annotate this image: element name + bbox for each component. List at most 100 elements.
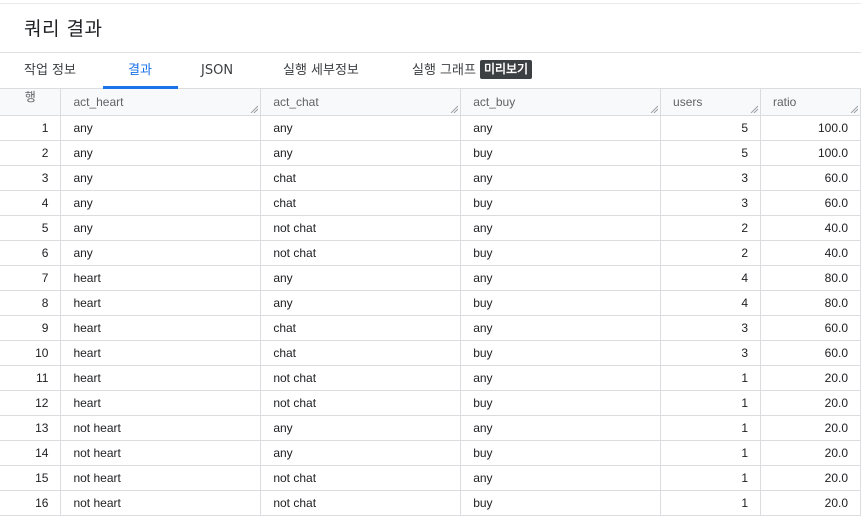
table-cell[interactable]: 20.0 (760, 440, 861, 466)
table-cell[interactable]: any (460, 365, 662, 391)
table-cell[interactable]: 4 (660, 290, 761, 316)
table-cell[interactable]: buy (460, 290, 662, 316)
table-cell[interactable]: any (460, 115, 662, 141)
table-cell[interactable]: chat (260, 340, 462, 366)
column-header-act-buy[interactable]: act_buy (460, 89, 662, 116)
table-cell[interactable]: not chat (260, 240, 462, 266)
table-cell[interactable]: chat (260, 315, 462, 341)
table-cell[interactable]: 1 (660, 490, 761, 516)
table-cell[interactable]: chat (260, 165, 462, 191)
table-cell[interactable]: 3 (660, 190, 761, 216)
table-cell[interactable]: heart (60, 340, 262, 366)
table-cell[interactable]: 2 (660, 240, 761, 266)
table-cell[interactable]: 1 (660, 365, 761, 391)
table-cell[interactable]: any (60, 240, 262, 266)
table-cell[interactable]: 3 (660, 340, 761, 366)
table-cell[interactable]: 1 (660, 440, 761, 466)
table-cell[interactable]: any (260, 115, 462, 141)
table-cell[interactable]: any (260, 265, 462, 291)
tab-execution-graph[interactable]: 실행 그래프 미리보기 (412, 53, 533, 89)
table-cell[interactable]: heart (60, 265, 262, 291)
column-header-act-heart[interactable]: act_heart (60, 89, 262, 116)
tab-job-info[interactable]: 작업 정보 (24, 53, 76, 89)
table-cell[interactable]: not heart (60, 440, 262, 466)
row-number-cell: 2 (0, 140, 62, 166)
table-cell[interactable]: 2 (660, 215, 761, 241)
table-cell[interactable]: heart (60, 365, 262, 391)
table-cell[interactable]: any (60, 190, 262, 216)
table-cell[interactable]: 3 (660, 165, 761, 191)
tab-json[interactable]: JSON (201, 53, 233, 89)
table-cell[interactable]: buy (460, 490, 662, 516)
table-cell[interactable]: any (260, 290, 462, 316)
table-cell[interactable]: not chat (260, 365, 462, 391)
table-cell[interactable]: heart (60, 390, 262, 416)
table-cell[interactable]: any (60, 165, 262, 191)
resize-handle-icon[interactable] (850, 105, 858, 113)
table-cell[interactable]: any (460, 415, 662, 441)
table-cell[interactable]: chat (260, 190, 462, 216)
table-cell[interactable]: 60.0 (760, 190, 861, 216)
table-row: 7 heart any any 4 80.0 (0, 265, 861, 291)
table-row: 3 any chat any 3 60.0 (0, 165, 861, 191)
table-cell[interactable]: 4 (660, 265, 761, 291)
table-cell[interactable]: 20.0 (760, 390, 861, 416)
table-cell[interactable]: not heart (60, 465, 262, 491)
table-cell[interactable]: any (60, 140, 262, 166)
table-row: 1 any any any 5 100.0 (0, 115, 861, 141)
table-cell[interactable]: not chat (260, 215, 462, 241)
table-cell[interactable]: heart (60, 290, 262, 316)
table-cell[interactable]: heart (60, 315, 262, 341)
resize-handle-icon[interactable] (650, 105, 659, 113)
table-cell[interactable]: 1 (660, 465, 761, 491)
resize-handle-icon[interactable] (250, 105, 259, 113)
table-cell[interactable]: not heart (60, 490, 262, 516)
table-cell[interactable]: 100.0 (760, 140, 861, 166)
table-cell[interactable]: 1 (660, 415, 761, 441)
table-cell[interactable]: buy (460, 240, 662, 266)
table-cell[interactable]: any (460, 165, 662, 191)
table-cell[interactable]: 60.0 (760, 315, 861, 341)
column-header-act-chat[interactable]: act_chat (260, 89, 462, 116)
table-cell[interactable]: not chat (260, 390, 462, 416)
table-cell[interactable]: not chat (260, 490, 462, 516)
tab-execution-details[interactable]: 실행 세부정보 (283, 53, 359, 89)
table-cell[interactable]: any (260, 440, 462, 466)
table-cell[interactable]: 20.0 (760, 465, 861, 491)
tab-results[interactable]: 결과 (128, 53, 152, 89)
table-cell[interactable]: 60.0 (760, 340, 861, 366)
table-cell[interactable]: 40.0 (760, 240, 861, 266)
table-cell[interactable]: 3 (660, 315, 761, 341)
resize-handle-icon[interactable] (450, 105, 459, 113)
row-number-cell: 13 (0, 415, 62, 441)
table-cell[interactable]: buy (460, 340, 662, 366)
resize-handle-icon[interactable] (750, 105, 758, 113)
table-cell[interactable]: 80.0 (760, 290, 861, 316)
table-cell[interactable]: not chat (260, 465, 462, 491)
table-cell[interactable]: 100.0 (760, 115, 861, 141)
table-cell[interactable]: any (460, 315, 662, 341)
column-header-ratio[interactable]: ratio (760, 89, 861, 116)
table-cell[interactable]: 20.0 (760, 415, 861, 441)
table-cell[interactable]: any (260, 415, 462, 441)
table-cell[interactable]: buy (460, 390, 662, 416)
table-cell[interactable]: any (60, 115, 262, 141)
table-cell[interactable]: 80.0 (760, 265, 861, 291)
table-cell[interactable]: any (60, 215, 262, 241)
table-cell[interactable]: any (460, 265, 662, 291)
table-cell[interactable]: buy (460, 140, 662, 166)
table-cell[interactable]: 60.0 (760, 165, 861, 191)
table-cell[interactable]: any (460, 465, 662, 491)
table-cell[interactable]: buy (460, 440, 662, 466)
column-header-users[interactable]: users (660, 89, 761, 116)
table-cell[interactable]: 1 (660, 390, 761, 416)
table-cell[interactable]: 5 (660, 140, 761, 166)
table-cell[interactable]: any (460, 215, 662, 241)
table-cell[interactable]: any (260, 140, 462, 166)
table-cell[interactable]: 20.0 (760, 365, 861, 391)
table-cell[interactable]: 5 (660, 115, 761, 141)
table-cell[interactable]: 40.0 (760, 215, 861, 241)
table-cell[interactable]: 20.0 (760, 490, 861, 516)
table-cell[interactable]: buy (460, 190, 662, 216)
table-cell[interactable]: not heart (60, 415, 262, 441)
